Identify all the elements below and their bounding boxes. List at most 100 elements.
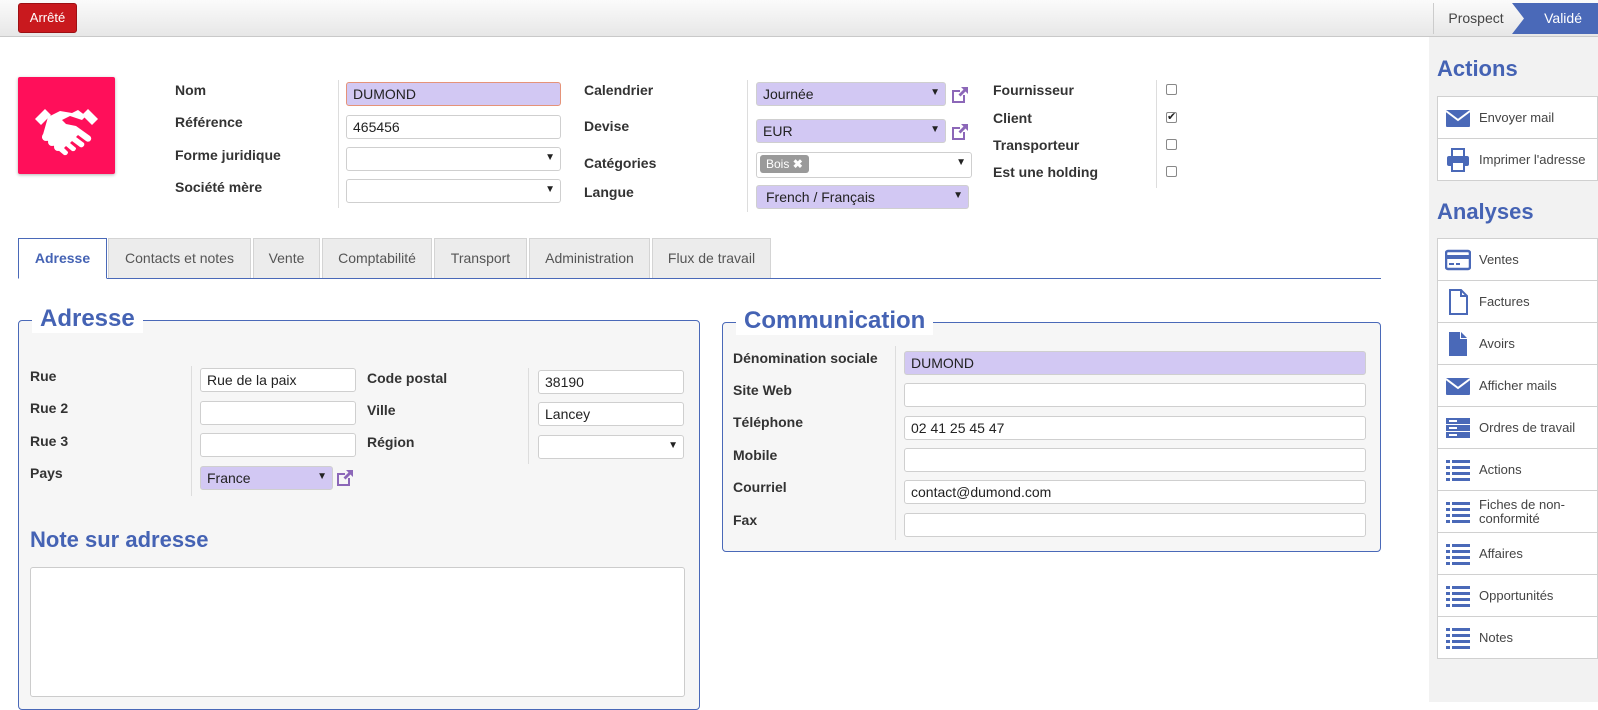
caret-down-icon: ▼	[668, 440, 678, 451]
analysis-deals[interactable]: Affaires	[1437, 532, 1598, 575]
external-link-icon[interactable]	[334, 467, 356, 489]
tab-administration[interactable]: Administration	[529, 238, 650, 278]
legal-form-select[interactable]: ▼	[346, 147, 561, 171]
address-note-textarea[interactable]	[30, 567, 685, 697]
social-name-field[interactable]: DUMOND	[904, 351, 1366, 375]
list-icon	[1446, 585, 1470, 607]
language-label: Langue	[584, 184, 634, 200]
city-field[interactable]: Lancey	[538, 402, 684, 426]
language-select[interactable]: French / Français ▼	[756, 185, 969, 209]
calendar-label: Calendrier	[584, 82, 654, 98]
analysis-credit-notes[interactable]: Avoirs	[1437, 322, 1598, 365]
street3-label: Rue 3	[30, 433, 69, 449]
caret-down-icon: ▼	[545, 152, 555, 163]
street3-field[interactable]	[200, 433, 356, 457]
phone-label: Téléphone	[733, 414, 804, 430]
currency-select[interactable]: EUR ▼	[756, 119, 946, 143]
name-label: Nom	[175, 82, 207, 98]
country-select[interactable]: France ▼	[200, 466, 333, 490]
holding-checkbox[interactable]	[1166, 166, 1177, 177]
remove-tag-icon[interactable]: ✖	[793, 157, 803, 171]
caret-down-icon: ▼	[953, 190, 963, 201]
street2-field[interactable]	[200, 401, 356, 425]
mobile-field[interactable]	[904, 448, 1366, 472]
analysis-invoices-label: Factures	[1479, 293, 1530, 309]
analysis-work-orders-label: Ordres de travail	[1479, 419, 1576, 435]
list-icon	[1446, 543, 1470, 565]
carrier-checkbox[interactable]	[1166, 139, 1177, 150]
server-icon	[1446, 417, 1470, 438]
country-value: France	[207, 470, 251, 486]
analysis-sales[interactable]: Ventes	[1437, 238, 1598, 281]
category-tag-label: Bois	[766, 157, 790, 171]
analysis-invoices[interactable]: Factures	[1437, 280, 1598, 323]
analysis-nonconformity-label: Fiches de non-conformité	[1479, 496, 1565, 526]
fax-field[interactable]	[904, 513, 1366, 537]
send-mail-label: Envoyer mail	[1479, 109, 1555, 125]
tab-workflow[interactable]: Flux de travail	[652, 238, 771, 278]
calendar-select[interactable]: Journée ▼	[756, 82, 946, 106]
list-icon	[1446, 459, 1470, 481]
phone-field[interactable]: 02 41 25 45 47	[904, 416, 1366, 440]
caret-down-icon: ▼	[317, 471, 327, 482]
analysis-notes[interactable]: Notes	[1437, 616, 1598, 659]
holding-label: Est une holding	[993, 164, 1098, 180]
currency-value: EUR	[763, 123, 793, 139]
analysis-opportunities[interactable]: Opportunités	[1437, 574, 1598, 617]
send-mail-action[interactable]: Envoyer mail	[1437, 96, 1598, 139]
status-step-prospect[interactable]: Prospect	[1433, 3, 1518, 34]
handshake-icon	[35, 109, 98, 156]
website-label: Site Web	[733, 382, 792, 398]
analysis-actions[interactable]: Actions	[1437, 448, 1598, 491]
printer-icon	[1447, 147, 1469, 172]
email-label: Courriel	[733, 479, 787, 495]
zip-label: Code postal	[367, 370, 448, 386]
website-field[interactable]	[904, 383, 1366, 407]
communication-section-title: Communication	[736, 307, 934, 335]
supplier-checkbox[interactable]	[1166, 84, 1177, 95]
actions-title: Actions	[1437, 56, 1518, 81]
currency-label: Devise	[584, 118, 630, 134]
stopped-button[interactable]: Arrêté	[18, 3, 77, 33]
reference-field[interactable]: 465456	[346, 115, 561, 139]
mobile-label: Mobile	[733, 447, 778, 463]
caret-down-icon: ▼	[930, 124, 940, 135]
street-field[interactable]: Rue de la paix	[200, 368, 356, 392]
customer-label: Client	[993, 110, 1032, 126]
caret-down-icon: ▼	[930, 87, 940, 98]
analysis-nonconformity[interactable]: Fiches de non-conformité	[1437, 490, 1598, 533]
parent-company-label: Société mère	[175, 179, 263, 195]
fax-label: Fax	[733, 512, 758, 528]
carrier-label: Transporteur	[993, 137, 1080, 153]
tab-contacts-notes[interactable]: Contacts et notes	[108, 238, 251, 278]
analyses-title: Analyses	[1437, 199, 1534, 224]
country-label: Pays	[30, 465, 63, 481]
email-field[interactable]: contact@dumond.com	[904, 480, 1366, 504]
print-address-label: Imprimer l'adresse	[1479, 151, 1586, 167]
print-address-action[interactable]: Imprimer l'adresse	[1437, 138, 1598, 181]
categories-field[interactable]: Bois ✖ ▼	[756, 152, 972, 178]
credit-card-icon	[1445, 249, 1471, 270]
analysis-show-mails[interactable]: Afficher mails	[1437, 364, 1598, 407]
tab-address[interactable]: Adresse	[18, 238, 107, 279]
parent-company-select[interactable]: ▼	[346, 179, 561, 203]
company-logo[interactable]	[18, 77, 115, 174]
caret-down-icon: ▼	[956, 157, 966, 168]
analysis-opportunities-label: Opportunités	[1479, 587, 1554, 603]
legal-form-label: Forme juridique	[175, 147, 281, 163]
external-link-icon[interactable]	[949, 84, 971, 106]
zip-field[interactable]: 38190	[538, 370, 684, 394]
status-step-validated[interactable]: Validé	[1512, 3, 1598, 34]
tab-transport[interactable]: Transport	[434, 238, 527, 278]
tab-sales[interactable]: Vente	[253, 238, 320, 278]
analysis-work-orders[interactable]: Ordres de travail	[1437, 406, 1598, 449]
document-outline-icon	[1449, 288, 1468, 315]
name-field[interactable]: DUMOND	[346, 82, 561, 106]
status-bar	[0, 0, 1598, 37]
external-link-icon[interactable]	[949, 121, 971, 143]
tab-accounting[interactable]: Comptabilité	[322, 238, 432, 278]
categories-label: Catégories	[584, 155, 657, 171]
region-select[interactable]: ▼	[538, 435, 684, 459]
caret-down-icon: ▼	[545, 184, 555, 195]
customer-checkbox[interactable]	[1166, 110, 1177, 123]
